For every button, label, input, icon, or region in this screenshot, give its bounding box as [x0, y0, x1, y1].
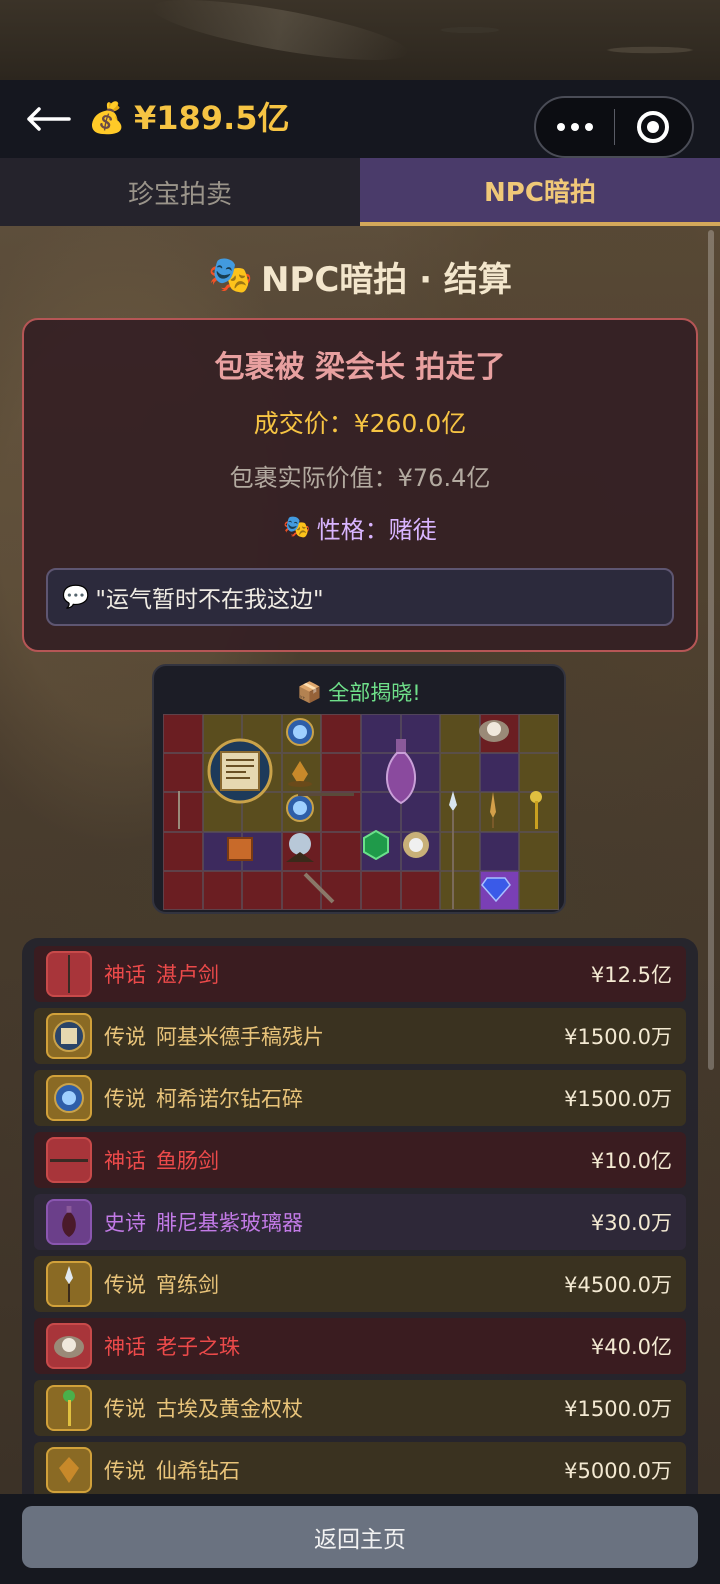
sword-icon	[172, 790, 186, 830]
spear-icon	[446, 790, 460, 910]
scepter-icon	[46, 1385, 92, 1431]
winner-text: 包裹被 梁会长 拍走了	[214, 350, 506, 385]
rarity-label: 传说	[104, 1087, 146, 1111]
tab-bar: 珍宝拍卖 NPC暗拍	[0, 158, 720, 226]
scrollbar[interactable]	[708, 230, 714, 1070]
package-box-icon: 📦	[297, 680, 323, 704]
more-dots-icon	[556, 123, 593, 131]
item-price: ¥10.0亿	[590, 1149, 672, 1173]
deal-price: 成交价：¥260.0亿	[253, 409, 467, 438]
tab-treasure-auction[interactable]: 珍宝拍卖	[0, 158, 360, 226]
diamond-icon	[478, 872, 514, 906]
item-price: ¥1500.0万	[564, 1397, 672, 1421]
dagger-icon	[302, 870, 336, 906]
item-price: ¥4500.0万	[564, 1273, 672, 1297]
diamond-icon	[46, 1447, 92, 1493]
scroll-icon	[46, 1013, 92, 1059]
rarity-label: 神话	[104, 963, 146, 987]
personality-line: 🎭 性格：赌徒	[24, 510, 696, 545]
pearl-icon	[46, 1323, 92, 1369]
glass-vase-icon	[46, 1199, 92, 1245]
item-name: 老子之珠	[156, 1335, 240, 1359]
personality-text: 性格：赌徒	[316, 516, 437, 544]
target-circle-icon	[637, 111, 670, 143]
pearl-icon	[476, 712, 512, 746]
item-price: ¥30.0万	[590, 1211, 672, 1235]
rarity-label: 传说	[104, 1273, 146, 1297]
close-miniprogram-button[interactable]	[615, 98, 693, 156]
section-title: 🎭 NPC暗拍 · 结算	[0, 246, 720, 306]
npc-quote: 💬 "运气暂时不在我这边"	[46, 568, 674, 626]
rarity-label: 神话	[104, 1149, 146, 1173]
glass-vase-icon	[376, 736, 426, 808]
item-price: ¥1500.0万	[564, 1025, 672, 1049]
dagger-icon	[296, 786, 356, 802]
crystal-ball-icon	[280, 828, 320, 866]
quote-text: "运气暂时不在我这边"	[95, 587, 324, 613]
list-item[interactable]: 神话 湛卢剑 ¥12.5亿	[34, 946, 686, 1002]
item-price: ¥40.0亿	[590, 1335, 672, 1359]
list-item[interactable]: 传说 宵练剑 ¥4500.0万	[34, 1256, 686, 1312]
spear-icon	[46, 1261, 92, 1307]
mini-program-capsule	[534, 96, 694, 158]
speech-bubble-icon: 💬	[62, 584, 90, 610]
balance-display: ¥189.5亿	[134, 99, 290, 137]
rarity-label: 神话	[104, 1335, 146, 1359]
list-item[interactable]: 传说 古埃及黄金权杖 ¥1500.0万	[34, 1380, 686, 1436]
more-button[interactable]	[536, 98, 614, 156]
background-photo	[0, 0, 720, 80]
item-name: 柯希诺尔钻石碎	[156, 1087, 303, 1111]
item-price: ¥1500.0万	[564, 1087, 672, 1111]
box-icon	[224, 830, 256, 864]
rarity-label: 传说	[104, 1397, 146, 1421]
scroll-icon	[204, 738, 276, 804]
item-name: 腓尼基紫玻璃器	[156, 1211, 303, 1235]
money-bag-icon: 💰	[88, 101, 126, 136]
return-home-button[interactable]: 返回主页	[22, 1506, 698, 1568]
header: 💰 ¥189.5亿	[0, 80, 720, 158]
item-price: ¥5000.0万	[564, 1459, 672, 1483]
item-name: 古埃及黄金权杖	[156, 1397, 303, 1421]
blue-orb-icon	[46, 1075, 92, 1121]
rarity-label: 传说	[104, 1459, 146, 1483]
dagger-icon	[486, 790, 500, 830]
rarity-label: 传说	[104, 1025, 146, 1049]
list-item[interactable]: 神话 老子之珠 ¥40.0亿	[34, 1318, 686, 1374]
item-name: 湛卢剑	[156, 963, 219, 987]
section-title-text: NPC暗拍 · 结算	[260, 259, 512, 300]
tab-npc-blind-auction[interactable]: NPC暗拍	[360, 158, 720, 226]
list-item[interactable]: 传说 柯希诺尔钻石碎 ¥1500.0万	[34, 1070, 686, 1126]
diamond-ring-icon	[400, 828, 432, 862]
item-price: ¥12.5亿	[590, 963, 672, 987]
reveal-title: 📦 全部揭晓!	[154, 674, 564, 710]
theater-masks-icon: 🎭	[283, 515, 311, 540]
back-button[interactable]	[24, 100, 72, 138]
blue-orb-icon	[284, 716, 316, 748]
settlement-card: 包裹被 梁会长 拍走了 成交价：¥260.0亿 包裹实际价值：¥76.4亿 🎭 …	[22, 318, 698, 652]
emerald-icon	[360, 828, 392, 862]
bottom-bar: 返回主页	[0, 1494, 720, 1584]
list-item[interactable]: 传说 仙希钻石 ¥5000.0万	[34, 1442, 686, 1498]
sword-icon	[46, 951, 92, 997]
actual-value: 包裹实际价值：¥76.4亿	[229, 464, 491, 492]
arrow-left-icon	[27, 107, 71, 131]
item-name: 阿基米德手稿残片	[156, 1025, 324, 1049]
list-item[interactable]: 传说 阿基米德手稿残片 ¥1500.0万	[34, 1008, 686, 1064]
reveal-panel: 📦 全部揭晓!	[152, 664, 566, 914]
item-name: 宵练剑	[156, 1273, 219, 1297]
item-name: 仙希钻石	[156, 1459, 240, 1483]
item-list: 神话 湛卢剑 ¥12.5亿 传说 阿基米德手稿残片 ¥1500.0万 传说 柯希…	[22, 938, 698, 1498]
dagger-icon	[46, 1137, 92, 1183]
list-item[interactable]: 神话 鱼肠剑 ¥10.0亿	[34, 1132, 686, 1188]
list-item[interactable]: 史诗 腓尼基紫玻璃器 ¥30.0万	[34, 1194, 686, 1250]
theater-masks-icon: 🎭	[208, 255, 253, 296]
scepter-icon	[526, 790, 546, 830]
item-name: 鱼肠剑	[156, 1149, 219, 1173]
reveal-title-text: 全部揭晓!	[328, 681, 421, 705]
rarity-label: 史诗	[104, 1211, 146, 1235]
